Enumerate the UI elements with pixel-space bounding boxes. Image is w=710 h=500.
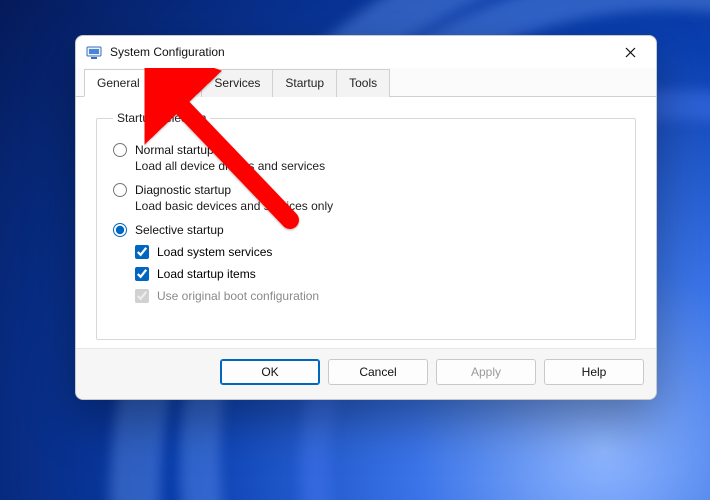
tab-services[interactable]: Services [201,69,273,97]
check-label: Load system services [157,245,272,259]
close-icon [625,47,636,58]
check-load-startup-items[interactable]: Load startup items [135,267,619,281]
option-normal-startup[interactable]: Normal startup [113,143,619,157]
tab-general[interactable]: General [84,69,153,97]
radio-diagnostic[interactable] [113,183,127,197]
check-label: Use original boot configuration [157,289,319,303]
radio-selective[interactable] [113,223,127,237]
option-diagnostic-startup[interactable]: Diagnostic startup [113,183,619,197]
close-button[interactable] [610,38,650,66]
option-label: Diagnostic startup [135,183,231,197]
button-label: Help [582,365,607,379]
cancel-button[interactable]: Cancel [328,359,428,385]
option-diagnostic-desc: Load basic devices and services only [135,199,619,213]
selective-checks: Load system services Load startup items … [135,245,619,303]
tab-tools[interactable]: Tools [336,69,390,97]
button-label: Apply [471,365,501,379]
tab-boot[interactable]: Boot [152,69,203,97]
checkbox [135,289,149,303]
startup-selection-group: Startup selection Normal startup Load al… [96,111,636,340]
check-label: Load startup items [157,267,256,281]
option-selective-startup[interactable]: Selective startup [113,223,619,237]
button-label: Cancel [359,365,396,379]
titlebar: System Configuration [76,36,656,68]
app-icon [86,44,102,60]
tab-label: Services [214,76,260,90]
window-title: System Configuration [110,45,610,59]
dialog-buttons: OK Cancel Apply Help [76,348,656,399]
tab-label: General [97,76,140,90]
system-configuration-window: System Configuration General Boot Servic… [75,35,657,400]
button-label: OK [261,365,278,379]
option-normal-desc: Load all device drivers and services [135,159,619,173]
group-legend: Startup selection [113,111,210,125]
tab-label: Startup [285,76,324,90]
help-button[interactable]: Help [544,359,644,385]
apply-button: Apply [436,359,536,385]
radio-normal[interactable] [113,143,127,157]
ok-button[interactable]: OK [220,359,320,385]
tab-label: Boot [165,76,190,90]
desktop-background: System Configuration General Boot Servic… [0,0,710,500]
checkbox[interactable] [135,245,149,259]
tab-strip: General Boot Services Startup Tools [76,68,656,97]
tab-label: Tools [349,76,377,90]
checkbox[interactable] [135,267,149,281]
check-use-original-boot: Use original boot configuration [135,289,619,303]
check-load-system-services[interactable]: Load system services [135,245,619,259]
option-label: Selective startup [135,223,224,237]
option-label: Normal startup [135,143,214,157]
tab-startup[interactable]: Startup [272,69,337,97]
tab-panel-general: Startup selection Normal startup Load al… [76,97,656,348]
